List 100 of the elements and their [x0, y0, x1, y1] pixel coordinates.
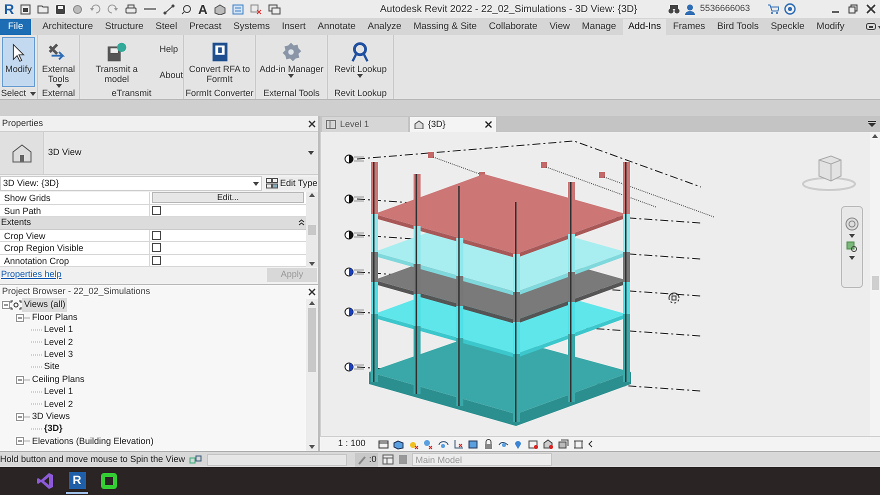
cart-icon[interactable] — [767, 4, 779, 14]
lock-icon[interactable] — [483, 438, 494, 450]
ribbon-tab[interactable]: Precast — [184, 19, 226, 35]
tree-item[interactable]: Site — [42, 360, 62, 374]
tree-item[interactable]: Floor Plans — [30, 310, 80, 324]
steering-wheel-icon[interactable] — [845, 217, 859, 231]
close-hidden-icon[interactable] — [250, 4, 262, 14]
design-options-icon[interactable] — [382, 454, 394, 465]
visual-studio-icon[interactable] — [36, 472, 54, 490]
ribbon-tab[interactable]: Manage — [576, 19, 622, 35]
tree-item[interactable]: Views (all) — [22, 298, 68, 312]
ribbon-button[interactable]: Transmit a model — [80, 37, 154, 87]
zoom-region-icon[interactable] — [846, 241, 858, 253]
text-tool-button[interactable]: A — [198, 2, 208, 16]
panel-title[interactable]: Select — [0, 86, 26, 100]
analytical-model-icon[interactable] — [543, 438, 554, 450]
close-icon[interactable] — [308, 288, 316, 296]
revit-taskbar-button[interactable]: R — [68, 472, 86, 488]
dimension-icon[interactable] — [163, 4, 176, 14]
binoculars-icon[interactable] — [668, 4, 680, 14]
ribbon-tab[interactable]: Systems — [228, 19, 275, 35]
document-tab[interactable]: {3D} — [410, 117, 496, 132]
instance-dropdown[interactable]: 3D View: {3D} — [0, 176, 262, 191]
scroll-thumb[interactable] — [308, 308, 316, 372]
ribbon-tab[interactable]: Modify — [812, 19, 850, 35]
ribbon-button[interactable]: Add-in Manager — [256, 37, 327, 87]
user-icon[interactable] — [685, 4, 695, 14]
tree-item[interactable]: {3D} — [42, 422, 65, 436]
user-id-label[interactable]: 5536666063 — [700, 2, 762, 16]
collapse-toggle-icon[interactable] — [16, 412, 24, 421]
scroll-up-icon[interactable] — [309, 301, 315, 305]
tree-item[interactable]: Level 1 — [42, 323, 76, 337]
ribbon-button[interactable]: Modify — [2, 37, 35, 87]
collapse-icon[interactable] — [298, 219, 305, 226]
save-icon[interactable] — [55, 4, 66, 14]
app-logo[interactable]: R — [4, 2, 14, 16]
scroll-thumb[interactable] — [872, 276, 878, 290]
collapse-toggle-icon[interactable] — [16, 437, 24, 446]
ribbon-tab[interactable]: Architecture — [37, 19, 98, 35]
help-icon[interactable] — [784, 3, 796, 15]
open-folder-icon[interactable] — [37, 4, 50, 14]
temporary-properties-icon[interactable] — [573, 438, 584, 450]
edit-button[interactable]: Edit... — [152, 192, 304, 204]
default-3d-view-icon[interactable] — [214, 4, 226, 14]
workset-icon[interactable] — [188, 454, 203, 465]
ribbon-tab[interactable]: Structure — [100, 19, 149, 35]
tree-item[interactable]: Level 2 — [42, 336, 76, 350]
ribbon-tab[interactable]: Insert — [276, 19, 311, 35]
scroll-up-icon[interactable] — [872, 134, 878, 138]
restore-icon[interactable] — [848, 4, 858, 14]
scrollbar[interactable] — [306, 192, 318, 267]
ribbon-tab[interactable]: View — [544, 19, 575, 35]
checkbox[interactable] — [152, 230, 161, 240]
ribbon-tab[interactable]: Collaborate — [484, 19, 542, 35]
constraints-icon[interactable] — [558, 438, 569, 450]
scroll-up-icon[interactable] — [309, 193, 315, 197]
ribbon-tab[interactable]: Steel — [150, 19, 182, 35]
view-scale-button[interactable]: 1 : 100 — [338, 437, 374, 451]
checkbox[interactable] — [152, 243, 161, 252]
print-icon[interactable] — [125, 4, 138, 14]
tab-menu-icon[interactable] — [868, 121, 876, 128]
ribbon-button[interactable]: External Tools — [38, 37, 79, 87]
ribbon-small-button[interactable]: About — [159, 68, 183, 82]
checkbox[interactable] — [152, 256, 161, 265]
thin-lines-icon[interactable] — [232, 4, 244, 14]
scrollbar[interactable] — [306, 299, 318, 451]
ribbon-tab[interactable]: Add-Ins — [623, 19, 666, 35]
close-icon[interactable] — [308, 120, 316, 128]
ribbon-tab[interactable]: Analyze — [362, 19, 406, 35]
app-icon[interactable] — [100, 472, 118, 490]
tree-item[interactable]: Ceiling Plans — [30, 372, 87, 386]
switch-windows-icon[interactable] — [268, 4, 281, 14]
properties-help-link[interactable]: Properties help — [1, 268, 62, 282]
reveal-icon[interactable] — [528, 438, 539, 450]
edit-type-button[interactable]: Edit Type — [266, 176, 318, 190]
ribbon-tab[interactable]: Speckle — [766, 19, 810, 35]
ribbon-tab[interactable]: Annotate — [312, 19, 361, 35]
detail-level-icon[interactable] — [378, 438, 389, 450]
collapse-toggle-icon[interactable] — [16, 376, 24, 384]
close-icon[interactable] — [866, 4, 876, 14]
document-tab[interactable]: Level 1 — [322, 117, 408, 132]
scroll-down-icon[interactable] — [309, 445, 315, 449]
crop-region-icon[interactable] — [468, 438, 479, 450]
scrollbar[interactable] — [870, 132, 880, 436]
tree-item[interactable]: Elevations (Building Elevation) — [30, 434, 156, 448]
crop-icon[interactable] — [453, 438, 464, 450]
tree-item[interactable]: 3D Views — [30, 410, 72, 424]
ribbon-tab[interactable]: Frames — [668, 19, 710, 35]
collapse-toggle-icon[interactable] — [16, 314, 24, 322]
location-pin-icon[interactable] — [513, 438, 524, 450]
ribbon-small-button[interactable]: Help — [159, 43, 183, 56]
sync-icon[interactable] — [72, 4, 84, 14]
checkbox[interactable] — [152, 206, 161, 215]
panel-options-icon[interactable] — [866, 23, 880, 31]
ribbon-tab[interactable]: File — [0, 19, 32, 35]
collapse-toggle-icon[interactable] — [2, 301, 10, 310]
tree-item[interactable]: Level 3 — [42, 348, 76, 362]
scroll-thumb[interactable] — [308, 224, 316, 234]
ribbon-tab[interactable]: Massing & Site — [408, 19, 482, 35]
shadows-icon[interactable] — [423, 438, 434, 450]
